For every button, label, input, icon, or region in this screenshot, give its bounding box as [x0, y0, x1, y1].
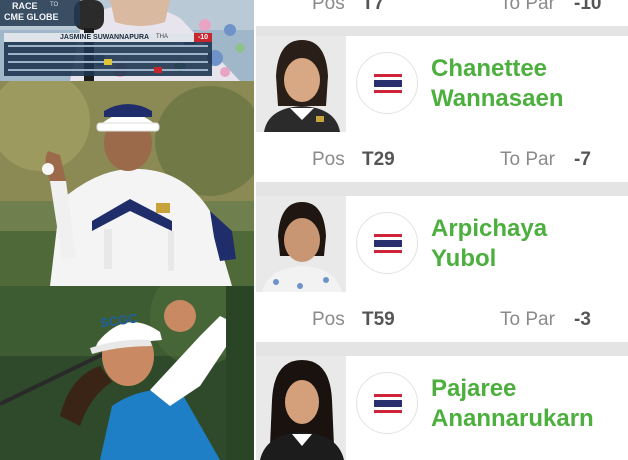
race-badge: RACE TO CME GLOBE [0, 0, 80, 26]
pos-label: Pos [312, 309, 345, 330]
scorebug-score: -10 [194, 33, 212, 42]
photo-golfer-waving [0, 81, 254, 286]
player-last-name: Yubol [431, 245, 497, 272]
scorebug-country: THA [156, 34, 168, 40]
pos-label: Pos [312, 0, 345, 14]
thailand-flag-icon [374, 74, 402, 93]
to-par-label: To Par [500, 149, 555, 170]
to-par-value: -3 [574, 309, 591, 330]
country-flag-badge [356, 52, 418, 114]
pos-value: T7 [362, 0, 385, 14]
race-sub: TO [50, 2, 59, 8]
to-par-label: To Par [500, 309, 555, 330]
country-flag-badge [356, 372, 418, 434]
player-headshot [256, 196, 346, 292]
headshot-pajaree-image [256, 356, 346, 460]
thailand-flag-icon [374, 394, 402, 413]
thailand-flag-icon [374, 234, 402, 253]
stat-row-top: Pos T7 To Par -10 [256, 0, 628, 26]
player-first-name: Arpichaya [431, 215, 548, 242]
player-first-name: Pajaree [431, 375, 517, 402]
cme-label: CME GLOBE [4, 12, 59, 22]
scorebug: JASMINE SUWANNAPURA THA -10 [4, 33, 212, 77]
player-card-arpichaya[interactable]: Arpichaya Yubol [256, 196, 628, 292]
scorebug-name-bar: JASMINE SUWANNAPURA THA -10 [4, 33, 212, 42]
scorebug-player-name: JASMINE SUWANNAPURA [60, 34, 150, 41]
to-par-value: -10 [574, 0, 602, 14]
pos-value: T59 [362, 309, 395, 330]
scorecard-grid [4, 42, 212, 76]
race-label: RACE [12, 1, 38, 11]
to-par-value: -7 [574, 149, 591, 170]
player-name[interactable]: Chanettee Wannasaen [431, 54, 563, 114]
player-first-name: Chanettee [431, 55, 548, 82]
country-flag-badge [356, 212, 418, 274]
player-last-name: Wannasaen [431, 85, 564, 112]
photo-interview: RACE TO CME GLOBE JASMINE SUWANNAPURA TH… [0, 0, 254, 81]
player-name[interactable]: Arpichaya Yubol [431, 214, 547, 274]
row-separator [256, 342, 628, 356]
row-separator [256, 182, 628, 196]
photo-golfer-swing: SCGC [0, 286, 254, 460]
pos-value: T29 [362, 149, 395, 170]
player-card-pajaree[interactable]: Pajaree Anannarukarn [256, 356, 628, 460]
stat-row-chanettee: Pos T29 To Par -7 [256, 138, 628, 182]
headshot-arpichaya-image [256, 196, 346, 292]
leaderboard: Pos T7 To Par -10 Chanettee Wannasaen Po… [256, 0, 628, 460]
player-headshot [256, 356, 346, 460]
to-par-label: To Par [500, 0, 555, 14]
pos-label: Pos [312, 149, 345, 170]
player-headshot [256, 36, 346, 132]
player-name[interactable]: Pajaree Anannarukarn [431, 374, 594, 434]
row-separator [256, 26, 628, 36]
golfer-waving-scene [0, 81, 254, 286]
player-card-chanettee[interactable]: Chanettee Wannasaen [256, 36, 628, 132]
player-last-name: Anannarukarn [431, 405, 594, 432]
stat-row-arpichaya: Pos T59 To Par -3 [256, 298, 628, 342]
headshot-chanettee-image [256, 36, 346, 132]
photo-collage: RACE TO CME GLOBE JASMINE SUWANNAPURA TH… [0, 0, 254, 460]
